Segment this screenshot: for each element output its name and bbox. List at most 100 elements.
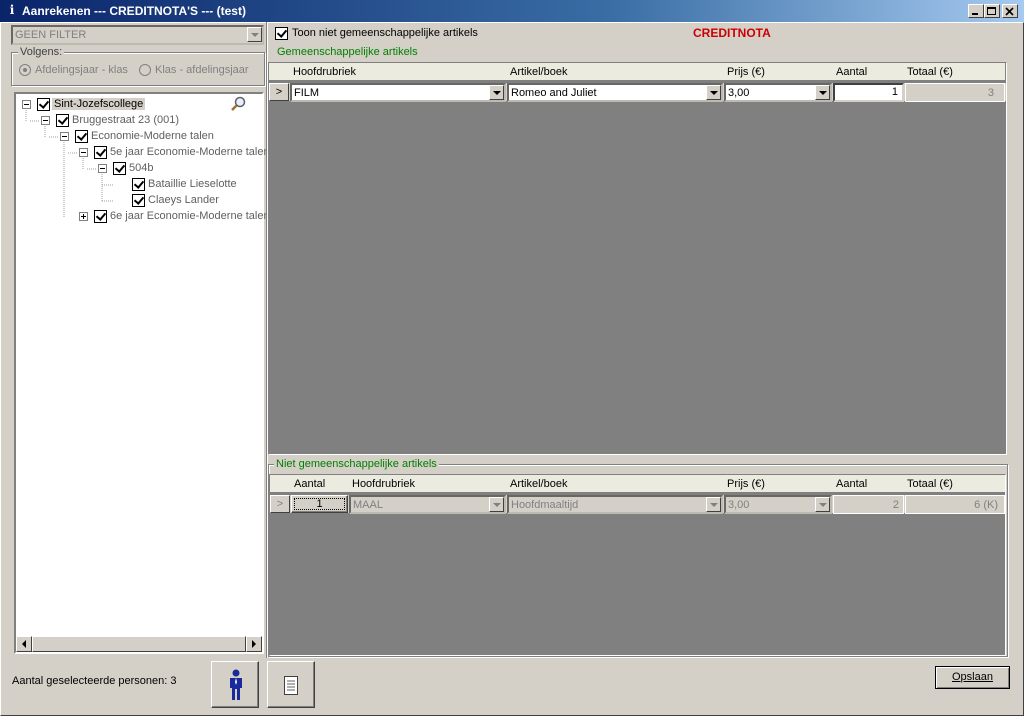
minimize-icon	[972, 13, 978, 15]
maximize-icon	[987, 7, 996, 15]
tree-node-checkbox[interactable]	[132, 194, 145, 207]
toon-niet-gemeenschappelijke-label: Toon niet gemeenschappelijke artikels	[292, 27, 478, 39]
noncommon-section-title: Niet gemeenschappelijke artikels	[274, 458, 439, 470]
table-row[interactable]: > 1 MAAL Hoofdmaaltijd 3,00 2 6 (K)	[270, 495, 1005, 514]
scroll-thumb[interactable]	[32, 636, 246, 652]
scroll-right-button[interactable]	[246, 636, 262, 652]
noncommon-articles-grid[interactable]: Aantal Hoofdrubriek Artikel/boek Prijs (…	[269, 474, 1006, 656]
collapse-icon[interactable]	[60, 132, 69, 141]
close-icon	[1005, 7, 1014, 16]
filter-value: GEEN FILTER	[15, 29, 87, 41]
toon-niet-gemeenschappelijke-checkbox[interactable]	[275, 27, 288, 40]
col-header-prijs[interactable]: Prijs (€)	[723, 63, 765, 81]
noncommon-grid-header: Aantal Hoofdrubriek Artikel/boek Prijs (…	[270, 475, 1005, 493]
tree-horizontal-scrollbar[interactable]	[16, 636, 262, 652]
filter-combo[interactable]: GEEN FILTER	[11, 25, 264, 45]
artikel-combo[interactable]: Romeo and Juliet	[507, 83, 723, 102]
aantal-button[interactable]: 1	[291, 495, 348, 513]
tree-node-label: Economie-Moderne talen	[91, 130, 214, 142]
col-header-artikel[interactable]: Artikel/boek	[506, 63, 567, 81]
col-header-hoofdrubriek[interactable]: Hoofdrubriek	[348, 475, 415, 493]
expand-icon[interactable]	[79, 212, 88, 221]
tree-node-label: 5e jaar Economie-Moderne talen	[110, 146, 270, 158]
chevron-down-icon[interactable]	[815, 497, 830, 512]
common-section-title: Gemeenschappelijke artikels	[277, 46, 418, 58]
title-bar[interactable]: i Aanrekenen --- CREDITNOTA'S --- (test)	[0, 0, 1024, 22]
arrow-right-icon	[252, 640, 256, 648]
aantal-value: 2	[833, 495, 904, 514]
hoofdrubriek-value: FILM	[294, 87, 320, 99]
tree-node-checkbox[interactable]	[113, 162, 126, 175]
tree-view[interactable]: Sint-Jozefscollege Bruggestraat 23 (001)…	[14, 92, 270, 654]
collapse-icon[interactable]	[98, 164, 107, 173]
chevron-down-icon[interactable]	[706, 85, 721, 100]
tree-node-label: 504b	[129, 162, 154, 174]
col-header-aantal-btn[interactable]: Aantal	[290, 475, 325, 493]
tree-node-checkbox[interactable]	[132, 178, 145, 191]
hoofdrubriek-combo[interactable]: MAAL	[349, 495, 506, 514]
artikel-value: Romeo and Juliet	[511, 87, 597, 99]
prijs-combo[interactable]: 3,00	[724, 495, 832, 514]
tree-node-label: Bruggestraat 23 (001)	[72, 114, 180, 126]
table-row[interactable]: > FILM Romeo and Juliet 3,00 1 3	[269, 83, 1006, 102]
radio-klas-afdelingsjaar[interactable]	[139, 64, 151, 76]
collapse-icon[interactable]	[41, 116, 50, 125]
collapse-icon[interactable]	[79, 148, 88, 157]
tree-node-label: Bataillie Lieselotte	[148, 178, 237, 190]
hoofdrubriek-combo[interactable]: FILM	[290, 83, 506, 102]
arrow-left-icon	[22, 640, 26, 648]
minimize-button[interactable]	[968, 4, 984, 18]
prijs-combo[interactable]: 3,00	[724, 83, 832, 102]
chevron-down-icon[interactable]	[489, 497, 504, 512]
col-header-prijs[interactable]: Prijs (€)	[723, 475, 765, 493]
document-button[interactable]	[267, 661, 315, 708]
col-header-aantal[interactable]: Aantal	[832, 63, 867, 81]
common-articles-grid[interactable]: Hoofdrubriek Artikel/boek Prijs (€) Aant…	[268, 62, 1007, 455]
tree-node-label: Sint-Jozefscollege	[52, 98, 146, 110]
person-button[interactable]	[211, 661, 259, 708]
artikel-value: Hoofdmaaltijd	[511, 499, 579, 511]
tree-node-label: 6e jaar Economie-Moderne talen	[110, 210, 270, 222]
search-icon[interactable]	[230, 96, 248, 112]
window-title: Aanrekenen --- CREDITNOTA'S --- (test)	[22, 4, 246, 18]
radio-label-klas-afdelingsjaar: Klas - afdelingsjaar	[155, 64, 249, 76]
chevron-down-icon[interactable]	[489, 85, 504, 100]
common-grid-header: Hoofdrubriek Artikel/boek Prijs (€) Aant…	[269, 63, 1006, 81]
chevron-down-icon[interactable]	[815, 85, 830, 100]
volgens-legend: Volgens:	[18, 46, 65, 58]
aantal-input[interactable]: 1	[833, 83, 904, 102]
close-button[interactable]	[1002, 4, 1018, 18]
scroll-left-button[interactable]	[16, 636, 32, 652]
tree-node-checkbox[interactable]	[94, 210, 107, 223]
totaal-value: 6 (K)	[905, 495, 1005, 514]
tree-node-checkbox[interactable]	[56, 114, 69, 127]
col-header-totaal[interactable]: Totaal (€)	[903, 475, 953, 493]
row-selector[interactable]: >	[269, 83, 289, 101]
radio-afdelingsjaar-klas[interactable]	[19, 64, 31, 76]
header-end-divider	[1005, 63, 1006, 81]
person-icon	[230, 669, 242, 700]
col-header-aantal[interactable]: Aantal	[832, 475, 867, 493]
hoofdrubriek-value: MAAL	[353, 499, 383, 511]
tree-node-checkbox[interactable]	[37, 98, 50, 111]
tree-node-checkbox[interactable]	[94, 146, 107, 159]
maximize-button[interactable]	[984, 4, 1000, 18]
selected-persons-count: Aantal geselecteerde personen: 3	[12, 675, 177, 687]
chevron-down-icon[interactable]	[247, 27, 262, 42]
artikel-combo[interactable]: Hoofdmaaltijd	[507, 495, 723, 514]
app-info-icon: i	[9, 3, 15, 17]
totaal-value: 3	[905, 83, 1005, 102]
row-selector[interactable]: >	[270, 495, 290, 513]
save-button-label: Opslaan	[952, 671, 993, 683]
collapse-icon[interactable]	[22, 100, 31, 109]
tree-node-label: Claeys Lander	[148, 194, 219, 206]
save-button[interactable]: Opslaan	[935, 666, 1010, 689]
col-header-totaal[interactable]: Totaal (€)	[903, 63, 953, 81]
prijs-value: 3,00	[728, 87, 750, 99]
chevron-down-icon[interactable]	[706, 497, 721, 512]
col-header-hoofdrubriek[interactable]: Hoofdrubriek	[289, 63, 356, 81]
radio-label-afdelingsjaar-klas: Afdelingsjaar - klas	[35, 64, 128, 76]
document-icon	[284, 676, 298, 695]
col-header-artikel[interactable]: Artikel/boek	[506, 475, 567, 493]
tree-node-checkbox[interactable]	[75, 130, 88, 143]
